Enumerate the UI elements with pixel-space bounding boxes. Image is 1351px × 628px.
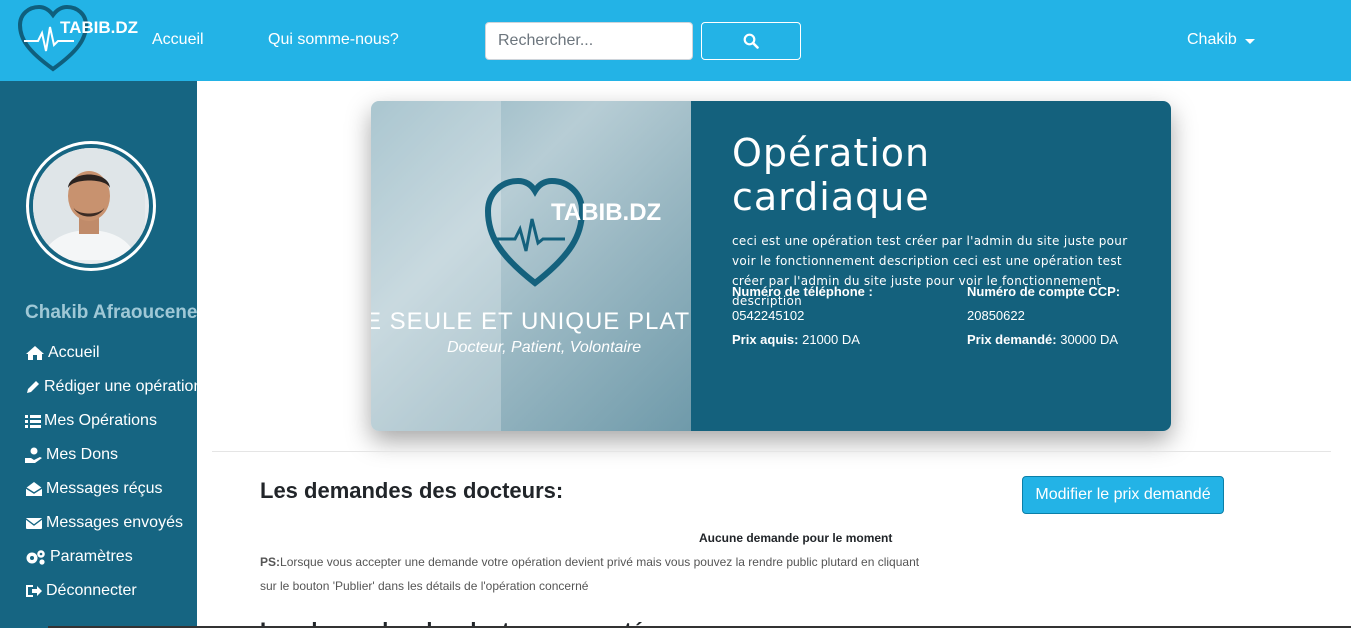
avatar bbox=[26, 141, 156, 271]
sidebar-item-label: Rédiger une opération bbox=[44, 378, 197, 395]
heart-logo-icon bbox=[485, 177, 585, 287]
sidebar-item-messages-envoyes[interactable]: Messages envoyés bbox=[25, 514, 183, 532]
sidebar-item-parametres[interactable]: Paramètres bbox=[25, 548, 133, 566]
envelope-icon bbox=[25, 518, 43, 529]
sidebar-item-label: Messages envoyés bbox=[46, 514, 183, 531]
heart-logo-icon bbox=[17, 4, 89, 72]
logo-text: TABIB.DZ bbox=[60, 18, 139, 37]
operation-image: TABIB.DZ E SEULE ET UNIQUE PLATFO Docteu… bbox=[371, 101, 691, 431]
operation-details: Opération cardiaque ceci est une opérati… bbox=[691, 101, 1171, 431]
operation-title: Opération cardiaque bbox=[732, 131, 931, 219]
prix-demande-label: Prix demandé: bbox=[967, 332, 1057, 347]
profile-name: Chakib Afraoucene bbox=[25, 302, 197, 323]
sidebar-item-label: Mes Opérations bbox=[44, 412, 157, 429]
modify-price-button[interactable]: Modifier le prix demandé bbox=[1022, 476, 1224, 514]
sidebar-item-deconnecter[interactable]: Déconnecter bbox=[25, 582, 137, 600]
phone-label: Numéro de téléphone : bbox=[732, 284, 873, 299]
nav-link-accueil[interactable]: Accueil bbox=[152, 31, 204, 49]
ps-text: Lorsque vous accepter une demande votre … bbox=[260, 555, 920, 593]
ps-label: PS: bbox=[260, 555, 281, 569]
envelope-open-icon bbox=[25, 482, 43, 496]
search-button[interactable] bbox=[701, 22, 801, 60]
search-icon bbox=[743, 33, 759, 49]
phone-value: 0542245102 bbox=[732, 308, 805, 323]
cogs-icon bbox=[26, 550, 45, 565]
sidebar-item-label: Messages réçus bbox=[46, 480, 163, 497]
sidebar-item-mes-dons[interactable]: Mes Dons bbox=[25, 446, 118, 464]
requests-section-title: Les demandes des docteurs: bbox=[260, 478, 564, 503]
home-icon bbox=[26, 346, 44, 360]
prix-demande-value: 30000 DA bbox=[1060, 332, 1119, 347]
ccp-value: 20850622 bbox=[967, 308, 1025, 323]
search-input[interactable] bbox=[485, 22, 693, 60]
sidebar-item-accueil[interactable]: Accueil bbox=[25, 344, 100, 362]
image-slogan: E SEULE ET UNIQUE PLATFO bbox=[371, 308, 691, 335]
sidebar-item-messages-recus[interactable]: Messages réçus bbox=[25, 480, 163, 498]
empty-requests-text: Aucune demande pour le moment bbox=[699, 531, 893, 545]
image-overlay bbox=[371, 101, 501, 431]
sidebar-item-label: Accueil bbox=[48, 344, 100, 361]
ccp-label: Numéro de compte CCP: bbox=[967, 284, 1121, 299]
image-subtitle: Docteur, Patient, Volontaire bbox=[447, 339, 642, 356]
sidebar-item-label: Mes Dons bbox=[46, 446, 119, 463]
donate-icon bbox=[25, 447, 42, 463]
sign-out-icon bbox=[26, 585, 42, 597]
prix-aquis-value: 21000 DA bbox=[802, 332, 860, 347]
site-logo[interactable]: TABIB.DZ bbox=[17, 4, 138, 73]
sidebar-item-rediger[interactable]: Rédiger une opération bbox=[25, 378, 197, 396]
nav-link-qui-sommes-nous[interactable]: Qui somme-nous? bbox=[268, 31, 399, 49]
info-right-column: Numéro de compte CCP: 20850622 Prix dema… bbox=[967, 284, 1167, 356]
avatar-photo bbox=[33, 148, 149, 264]
sidebar-item-label: Déconnecter bbox=[46, 582, 137, 599]
ps-note: PS:Lorsque vous accepter une demande vot… bbox=[260, 550, 920, 598]
user-name: Chakib bbox=[1187, 31, 1237, 48]
navbar: TABIB.DZ Accueil Qui somme-nous? Chakib bbox=[0, 0, 1351, 81]
info-left-column: Numéro de téléphone : 0542245102 Prix aq… bbox=[732, 284, 932, 356]
image-logo-text: TABIB.DZ bbox=[551, 199, 662, 226]
list-icon bbox=[25, 415, 41, 428]
divider bbox=[212, 451, 1331, 452]
caret-down-icon bbox=[1244, 38, 1255, 44]
user-photo-icon bbox=[33, 148, 145, 264]
sidebar: Chakib Afraoucene Accueil Rédiger une op… bbox=[0, 81, 197, 628]
user-dropdown[interactable]: Chakib bbox=[1187, 31, 1255, 49]
sidebar-item-mes-operations[interactable]: Mes Opérations bbox=[25, 412, 157, 430]
sidebar-item-label: Paramètres bbox=[50, 548, 133, 565]
pen-icon bbox=[27, 381, 39, 393]
operation-card: TABIB.DZ E SEULE ET UNIQUE PLATFO Docteu… bbox=[371, 101, 1171, 431]
prix-aquis-label: Prix aquis: bbox=[732, 332, 799, 347]
